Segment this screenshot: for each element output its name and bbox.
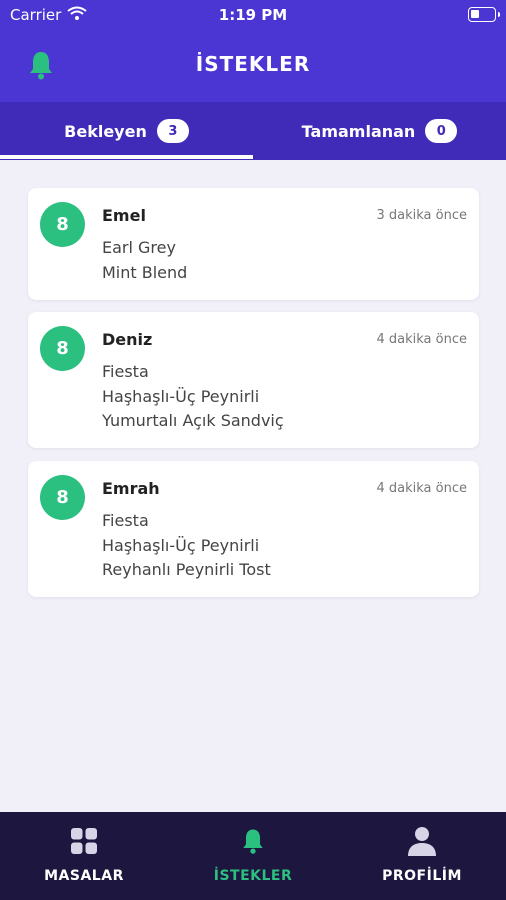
tab-bar: Bekleyen 3 Tamamlanan 0 xyxy=(0,102,506,160)
order-item: Fiesta xyxy=(102,511,149,530)
user-icon xyxy=(405,824,439,858)
tab-pending[interactable]: Bekleyen 3 xyxy=(0,102,253,160)
request-time: 3 dakika önce xyxy=(376,208,468,223)
customer-name: Emel xyxy=(102,206,146,225)
avatar: 8 xyxy=(40,475,85,520)
avatar: 8 xyxy=(40,202,85,247)
avatar: 8 xyxy=(40,326,85,371)
order-items: Fiesta Haşhaşlı-Üç Peynirli Reyhanlı Pey… xyxy=(102,509,271,583)
order-item: Earl Grey xyxy=(102,238,176,257)
bottom-nav: MASALAR İSTEKLER PROFİLİM xyxy=(0,812,506,900)
tab-label: Tamamlanan xyxy=(301,121,416,141)
order-item: Reyhanlı Peynirli Tost xyxy=(102,560,271,579)
request-card[interactable]: 8 Deniz 4 dakika önce Fiesta Haşhaşlı-Üç… xyxy=(28,312,479,448)
order-item: Fiesta xyxy=(102,362,149,381)
tab-label: Bekleyen xyxy=(64,121,147,141)
nav-tables[interactable]: MASALAR xyxy=(0,812,168,900)
nav-profile[interactable]: PROFİLİM xyxy=(338,812,506,900)
clock: 1:19 PM xyxy=(218,6,288,24)
request-time: 4 dakika önce xyxy=(376,481,468,496)
order-item: Mint Blend xyxy=(102,262,188,282)
bell-icon xyxy=(236,824,270,858)
order-items: Fiesta Haşhaşlı-Üç Peynirli Yumurtalı Aç… xyxy=(102,360,284,434)
count-badge: 0 xyxy=(425,119,458,143)
order-item: Yumurtalı Açık Sandviç xyxy=(102,411,284,430)
count-badge: 3 xyxy=(156,119,189,143)
grid-icon xyxy=(67,824,101,858)
active-tab-indicator xyxy=(0,155,253,159)
header: Carrier 1:19 PM İSTEKLER Bekleyen 3 Tama… xyxy=(0,0,506,160)
battery-icon xyxy=(468,7,500,22)
status-bar: Carrier 1:19 PM xyxy=(0,0,506,30)
customer-name: Emrah xyxy=(102,479,160,498)
nav-label: PROFİLİM xyxy=(382,868,462,884)
page-title: İSTEKLER xyxy=(195,52,311,76)
nav-requests[interactable]: İSTEKLER xyxy=(169,812,337,900)
order-item: Haşhaşlı-Üç Peynirli xyxy=(102,386,260,406)
request-card[interactable]: 8 Emrah 4 dakika önce Fiesta Haşhaşlı-Üç… xyxy=(28,461,479,597)
request-card[interactable]: 8 Emel 3 dakika önce Earl Grey Mint Blen… xyxy=(28,188,479,300)
request-time: 4 dakika önce xyxy=(376,332,468,347)
nav-label: İSTEKLER xyxy=(213,868,293,884)
order-item: Haşhaşlı-Üç Peynirli xyxy=(102,535,260,555)
customer-name: Deniz xyxy=(102,330,153,349)
nav-label: MASALAR xyxy=(44,868,124,884)
order-items: Earl Grey Mint Blend xyxy=(102,236,187,285)
tab-completed[interactable]: Tamamlanan 0 xyxy=(253,102,506,160)
